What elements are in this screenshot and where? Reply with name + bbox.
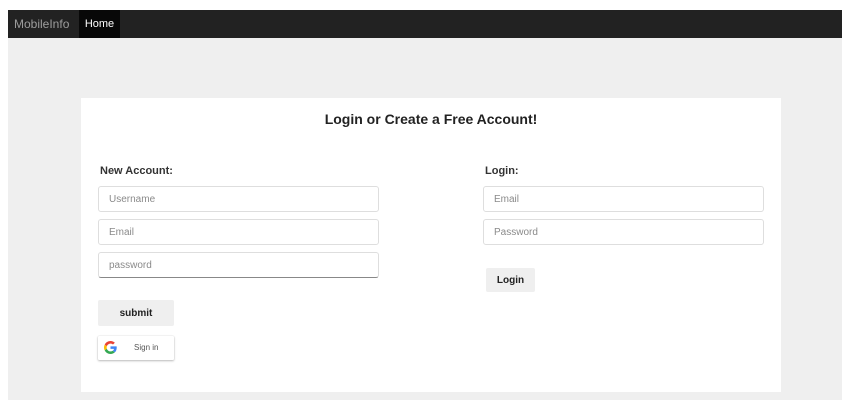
google-g-icon <box>104 341 117 354</box>
new-account-password-input[interactable] <box>98 252 379 278</box>
new-account-heading: New Account: <box>100 165 173 177</box>
page-title: Login or Create a Free Account! <box>324 111 538 127</box>
login-email-input[interactable] <box>483 186 764 212</box>
new-account-username-input[interactable] <box>98 186 379 212</box>
auth-card: Login or Create a Free Account! New Acco… <box>81 98 781 392</box>
login-button[interactable]: Login <box>486 268 535 292</box>
brand-link[interactable]: MobileInfo <box>14 10 69 38</box>
google-signin-label: Sign in <box>134 343 159 352</box>
page-frame: MobileInfo Home Login or Create a Free A… <box>8 10 842 400</box>
top-navbar: MobileInfo Home <box>8 10 842 38</box>
login-password-input[interactable] <box>483 219 764 245</box>
google-signin-button[interactable]: Sign in <box>98 336 174 360</box>
nav-item-home[interactable]: Home <box>79 10 120 38</box>
new-account-email-input[interactable] <box>98 219 379 245</box>
login-heading: Login: <box>485 165 519 177</box>
submit-button[interactable]: submit <box>98 300 174 326</box>
